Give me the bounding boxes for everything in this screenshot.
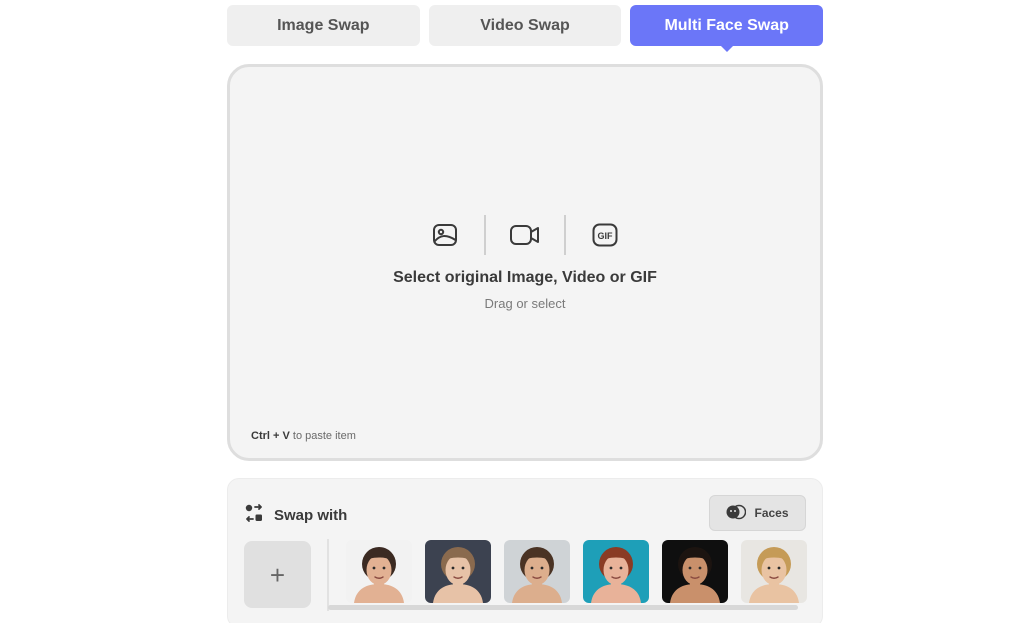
upload-subtitle: Drag or select bbox=[484, 296, 566, 311]
face-thumbnails bbox=[346, 540, 807, 603]
swap-header: Swap with bbox=[244, 503, 347, 528]
tab-image-swap[interactable]: Image Swap bbox=[227, 5, 420, 46]
swap-mode-tabs: Image Swap Video Swap Multi Face Swap bbox=[227, 5, 824, 52]
upload-dropzone[interactable]: GIF Select original Image, Video or GIF … bbox=[227, 64, 823, 461]
faces-button-label: Faces bbox=[754, 506, 789, 520]
swap-with-panel: Swap with Faces + bbox=[227, 478, 823, 623]
tab-multi-face-swap[interactable]: Multi Face Swap bbox=[630, 5, 824, 52]
plus-icon: + bbox=[269, 559, 286, 590]
tab-video-swap[interactable]: Video Swap bbox=[428, 5, 622, 46]
add-face-button[interactable]: + bbox=[244, 541, 311, 608]
image-icon bbox=[406, 215, 484, 255]
face-thumbnail[interactable] bbox=[741, 540, 807, 603]
face-thumbnail[interactable] bbox=[583, 540, 649, 603]
swap-arrows-icon bbox=[244, 503, 264, 528]
upload-title: Select original Image, Video or GIF bbox=[393, 269, 657, 286]
gif-icon: GIF bbox=[566, 215, 644, 255]
face-thumbnail[interactable] bbox=[504, 540, 570, 603]
paste-hint-text: to paste item bbox=[292, 430, 356, 442]
media-type-icons: GIF bbox=[230, 215, 820, 255]
svg-text:GIF: GIF bbox=[598, 231, 614, 241]
faces-scrollbar[interactable] bbox=[328, 605, 798, 610]
paste-hint: Ctrl + V to paste item bbox=[251, 430, 356, 442]
faces-button[interactable]: Faces bbox=[709, 495, 806, 531]
faces-divider bbox=[327, 539, 329, 611]
face-thumbnail[interactable] bbox=[425, 540, 491, 603]
face-thumbnail[interactable] bbox=[662, 540, 728, 603]
face-thumbnail[interactable] bbox=[346, 540, 412, 603]
video-camera-icon bbox=[486, 215, 564, 255]
face-toggle-icon bbox=[726, 504, 747, 523]
swap-with-title: Swap with bbox=[274, 507, 348, 524]
paste-shortcut: Ctrl + V bbox=[251, 430, 290, 442]
